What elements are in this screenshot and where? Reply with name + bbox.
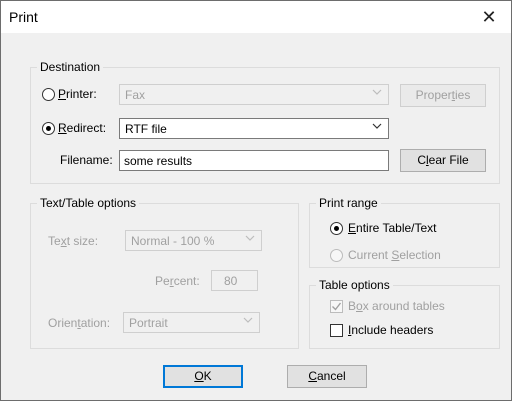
printer-select-value: Fax <box>125 88 146 102</box>
print-dialog: Print ✕ Destination Printer: Fax Propert… <box>0 0 512 401</box>
printer-select[interactable]: Fax <box>119 84 389 105</box>
redirect-select-value: RTF file <box>125 122 167 136</box>
filename-value: some results <box>124 154 193 168</box>
printer-radio[interactable] <box>42 88 55 101</box>
include-headers-label[interactable]: Include headers <box>348 323 433 337</box>
include-headers-checkbox[interactable] <box>330 324 343 337</box>
ok-button[interactable]: OK <box>163 365 243 388</box>
orientation-select[interactable]: Portrait <box>123 312 260 333</box>
text-size-select[interactable]: Normal - 100 % <box>125 230 262 251</box>
entire-table-label[interactable]: Entire Table/Text <box>348 221 437 235</box>
chevron-down-icon <box>243 317 253 323</box>
dialog-title: Print <box>9 9 38 25</box>
entire-table-radio[interactable] <box>330 222 343 235</box>
chevron-down-icon <box>372 123 382 129</box>
table-options-group: Table options Box around tables Include … <box>309 278 500 349</box>
box-around-tables-checkbox[interactable] <box>330 300 343 313</box>
redirect-select[interactable]: RTF file <box>119 118 389 139</box>
redirect-radio[interactable] <box>42 122 55 135</box>
percent-value: 80 <box>224 274 238 288</box>
text-table-options-group: Text/Table options Text size: Normal - 1… <box>30 196 299 349</box>
print-range-group: Print range Entire Table/Text Current Se… <box>309 196 500 268</box>
filename-field[interactable]: some results <box>119 150 389 171</box>
redirect-label[interactable]: Redirect: <box>58 121 106 135</box>
percent-field[interactable]: 80 <box>211 270 258 291</box>
filename-label: Filename: <box>60 153 113 167</box>
chevron-down-icon <box>245 235 255 241</box>
text-size-value: Normal - 100 % <box>131 234 215 248</box>
text-size-label: Text size: <box>48 234 99 248</box>
orientation-label: Orientation: <box>48 316 111 330</box>
properties-button[interactable]: Properties <box>400 84 486 107</box>
radio-dot <box>334 226 339 231</box>
current-selection-label[interactable]: Current Selection <box>348 248 441 262</box>
printer-label[interactable]: Printer: <box>58 87 97 101</box>
close-icon[interactable]: ✕ <box>469 1 509 33</box>
current-selection-radio[interactable] <box>330 249 343 262</box>
table-options-legend: Table options <box>316 278 393 292</box>
radio-dot <box>46 126 51 131</box>
orientation-value: Portrait <box>129 316 168 330</box>
checkmark-icon <box>332 302 342 311</box>
print-range-legend: Print range <box>316 196 381 210</box>
text-table-legend: Text/Table options <box>37 196 140 210</box>
box-around-tables-label[interactable]: Box around tables <box>348 299 445 313</box>
title-bar: Print ✕ <box>1 1 511 33</box>
percent-label: Percent: <box>155 274 200 288</box>
destination-group: Destination Printer: Fax Properties Redi… <box>30 60 500 184</box>
destination-legend: Destination <box>37 60 104 74</box>
cancel-button[interactable]: Cancel <box>287 365 367 388</box>
chevron-down-icon <box>372 89 382 95</box>
clear-file-button[interactable]: Clear File <box>400 149 486 172</box>
